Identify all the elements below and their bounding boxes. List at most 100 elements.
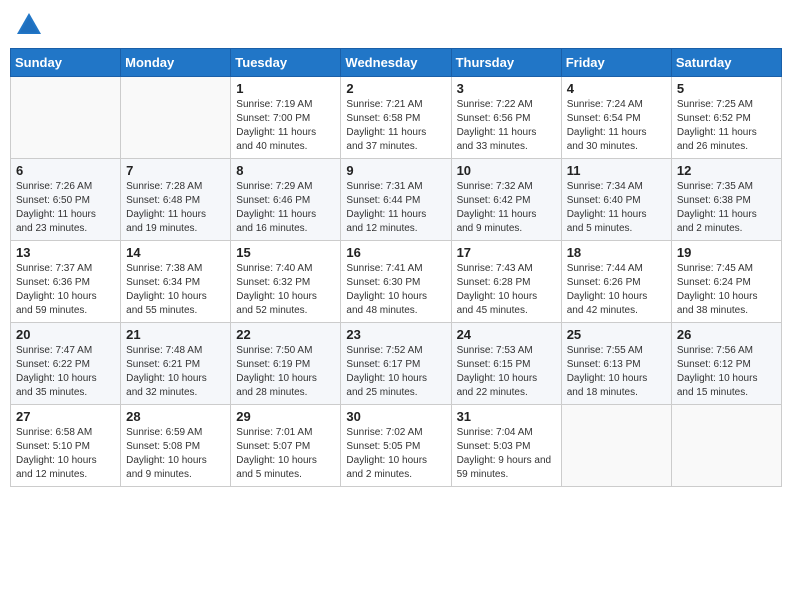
day-number: 19 xyxy=(677,245,776,260)
day-number: 18 xyxy=(567,245,666,260)
calendar-cell: 16 Sunrise: 7:41 AM Sunset: 6:30 PM Dayli… xyxy=(341,241,451,323)
calendar-week-1: 1 Sunrise: 7:19 AM Sunset: 7:00 PM Daylig… xyxy=(11,77,782,159)
day-number: 8 xyxy=(236,163,335,178)
calendar-cell: 19Sunrise: 7:45 AM Sunset: 6:24 PM Dayli… xyxy=(671,241,781,323)
weekday-header-sunday: Sunday xyxy=(11,49,121,77)
calendar-cell: 6 Sunrise: 7:26 AM Sunset: 6:50 PM Daylig… xyxy=(11,159,121,241)
day-info: Sunrise: 7:24 AM Sunset: 6:54 PM Dayligh… xyxy=(567,98,666,154)
day-number: 29 xyxy=(236,409,335,424)
calendar-cell: 5 Sunrise: 7:25 AM Sunset: 6:52 PM Daylig… xyxy=(671,77,781,159)
day-number: 14 xyxy=(126,245,225,260)
day-number: 27 xyxy=(16,409,115,424)
day-info: Sunrise: 7:34 AM Sunset: 6:40 PM Dayligh… xyxy=(567,180,666,236)
calendar-week-2: 6 Sunrise: 7:26 AM Sunset: 6:50 PM Daylig… xyxy=(11,159,782,241)
day-info: Sunrise: 7:44 AM Sunset: 6:26 PM Dayligh… xyxy=(567,262,666,318)
day-info: Sunrise: 7:32 AM Sunset: 6:42 PM Dayligh… xyxy=(457,180,556,236)
calendar-cell: 25 Sunrise: 7:55 AM Sunset: 6:13 PM Dayli… xyxy=(561,323,671,405)
day-info: Sunrise: 7:37 AM Sunset: 6:36 PM Dayligh… xyxy=(16,262,115,318)
day-number: 2 xyxy=(346,81,445,96)
day-info: Sunrise: 7:19 AM Sunset: 7:00 PM Dayligh… xyxy=(236,98,335,154)
calendar-week-5: 27 Sunrise: 6:58 AM Sunset: 5:10 PM Dayli… xyxy=(11,405,782,487)
calendar-cell: 28 Sunrise: 6:59 AM Sunset: 5:08 PM Dayli… xyxy=(121,405,231,487)
day-info: Sunrise: 7:28 AM Sunset: 6:48 PM Dayligh… xyxy=(126,180,225,236)
day-number: 24 xyxy=(457,327,556,342)
calendar-cell: 3 Sunrise: 7:22 AM Sunset: 6:56 PM Daylig… xyxy=(451,77,561,159)
weekday-header-wednesday: Wednesday xyxy=(341,49,451,77)
day-number: 17 xyxy=(457,245,556,260)
logo-icon xyxy=(14,10,44,40)
calendar-cell: 24 Sunrise: 7:53 AM Sunset: 6:15 PM Dayli… xyxy=(451,323,561,405)
day-number: 11 xyxy=(567,163,666,178)
calendar-cell: 22Sunrise: 7:50 AM Sunset: 6:19 PM Dayli… xyxy=(231,323,341,405)
calendar-cell: 10Sunrise: 7:32 AM Sunset: 6:42 PM Dayli… xyxy=(451,159,561,241)
day-info: Sunrise: 7:25 AM Sunset: 6:52 PM Dayligh… xyxy=(677,98,776,154)
day-info: Sunrise: 7:55 AM Sunset: 6:13 PM Dayligh… xyxy=(567,344,666,400)
calendar-week-3: 13 Sunrise: 7:37 AM Sunset: 6:36 PM Dayli… xyxy=(11,241,782,323)
day-number: 6 xyxy=(16,163,115,178)
day-info: Sunrise: 7:41 AM Sunset: 6:30 PM Dayligh… xyxy=(346,262,445,318)
day-number: 5 xyxy=(677,81,776,96)
day-info: Sunrise: 7:29 AM Sunset: 6:46 PM Dayligh… xyxy=(236,180,335,236)
day-number: 13 xyxy=(16,245,115,260)
day-info: Sunrise: 6:59 AM Sunset: 5:08 PM Dayligh… xyxy=(126,426,225,482)
calendar-cell: 21 Sunrise: 7:48 AM Sunset: 6:21 PM Dayli… xyxy=(121,323,231,405)
calendar-cell: 27 Sunrise: 6:58 AM Sunset: 5:10 PM Dayli… xyxy=(11,405,121,487)
day-number: 16 xyxy=(346,245,445,260)
day-info: Sunrise: 7:31 AM Sunset: 6:44 PM Dayligh… xyxy=(346,180,445,236)
day-number: 23 xyxy=(346,327,445,342)
day-info: Sunrise: 7:56 AM Sunset: 6:12 PM Dayligh… xyxy=(677,344,776,400)
weekday-header-friday: Friday xyxy=(561,49,671,77)
day-info: Sunrise: 7:53 AM Sunset: 6:15 PM Dayligh… xyxy=(457,344,556,400)
day-number: 30 xyxy=(346,409,445,424)
day-number: 1 xyxy=(236,81,335,96)
day-number: 15 xyxy=(236,245,335,260)
calendar-cell: 31Sunrise: 7:04 AM Sunset: 5:03 PM Dayli… xyxy=(451,405,561,487)
calendar-cell: 20 Sunrise: 7:47 AM Sunset: 6:22 PM Dayli… xyxy=(11,323,121,405)
day-info: Sunrise: 7:35 AM Sunset: 6:38 PM Dayligh… xyxy=(677,180,776,236)
day-info: Sunrise: 7:22 AM Sunset: 6:56 PM Dayligh… xyxy=(457,98,556,154)
calendar-cell: 17 Sunrise: 7:43 AM Sunset: 6:28 PM Dayli… xyxy=(451,241,561,323)
day-number: 20 xyxy=(16,327,115,342)
day-info: Sunrise: 7:21 AM Sunset: 6:58 PM Dayligh… xyxy=(346,98,445,154)
day-number: 28 xyxy=(126,409,225,424)
calendar-cell xyxy=(561,405,671,487)
calendar-cell: 7 Sunrise: 7:28 AM Sunset: 6:48 PM Daylig… xyxy=(121,159,231,241)
calendar-cell: 2 Sunrise: 7:21 AM Sunset: 6:58 PM Daylig… xyxy=(341,77,451,159)
calendar-cell: 11 Sunrise: 7:34 AM Sunset: 6:40 PM Dayli… xyxy=(561,159,671,241)
weekday-header-saturday: Saturday xyxy=(671,49,781,77)
day-number: 22 xyxy=(236,327,335,342)
calendar-cell: 8 Sunrise: 7:29 AM Sunset: 6:46 PM Daylig… xyxy=(231,159,341,241)
calendar-cell: 4 Sunrise: 7:24 AM Sunset: 6:54 PM Daylig… xyxy=(561,77,671,159)
day-info: Sunrise: 7:48 AM Sunset: 6:21 PM Dayligh… xyxy=(126,344,225,400)
logo xyxy=(14,10,48,40)
day-number: 4 xyxy=(567,81,666,96)
calendar-cell: 12 Sunrise: 7:35 AM Sunset: 6:38 PM Dayli… xyxy=(671,159,781,241)
day-info: Sunrise: 7:52 AM Sunset: 6:17 PM Dayligh… xyxy=(346,344,445,400)
calendar-cell: 18 Sunrise: 7:44 AM Sunset: 6:26 PM Dayli… xyxy=(561,241,671,323)
calendar-cell: 13 Sunrise: 7:37 AM Sunset: 6:36 PM Dayli… xyxy=(11,241,121,323)
day-number: 7 xyxy=(126,163,225,178)
day-info: Sunrise: 7:01 AM Sunset: 5:07 PM Dayligh… xyxy=(236,426,335,482)
weekday-header-tuesday: Tuesday xyxy=(231,49,341,77)
day-info: Sunrise: 6:58 AM Sunset: 5:10 PM Dayligh… xyxy=(16,426,115,482)
day-info: Sunrise: 7:26 AM Sunset: 6:50 PM Dayligh… xyxy=(16,180,115,236)
day-number: 31 xyxy=(457,409,556,424)
calendar-cell: 15 Sunrise: 7:40 AM Sunset: 6:32 PM Dayli… xyxy=(231,241,341,323)
weekday-header-monday: Monday xyxy=(121,49,231,77)
calendar-cell: 29 Sunrise: 7:01 AM Sunset: 5:07 PM Dayli… xyxy=(231,405,341,487)
calendar-cell: 26Sunrise: 7:56 AM Sunset: 6:12 PM Dayli… xyxy=(671,323,781,405)
weekday-header-row: SundayMondayTuesdayWednesdayThursdayFrid… xyxy=(11,49,782,77)
day-info: Sunrise: 7:47 AM Sunset: 6:22 PM Dayligh… xyxy=(16,344,115,400)
calendar-cell: 9 Sunrise: 7:31 AM Sunset: 6:44 PM Daylig… xyxy=(341,159,451,241)
day-info: Sunrise: 7:40 AM Sunset: 6:32 PM Dayligh… xyxy=(236,262,335,318)
day-info: Sunrise: 7:43 AM Sunset: 6:28 PM Dayligh… xyxy=(457,262,556,318)
day-info: Sunrise: 7:02 AM Sunset: 5:05 PM Dayligh… xyxy=(346,426,445,482)
day-info: Sunrise: 7:38 AM Sunset: 6:34 PM Dayligh… xyxy=(126,262,225,318)
calendar-cell xyxy=(11,77,121,159)
day-number: 3 xyxy=(457,81,556,96)
day-number: 12 xyxy=(677,163,776,178)
day-number: 9 xyxy=(346,163,445,178)
day-number: 25 xyxy=(567,327,666,342)
day-number: 21 xyxy=(126,327,225,342)
calendar-table: SundayMondayTuesdayWednesdayThursdayFrid… xyxy=(10,48,782,487)
